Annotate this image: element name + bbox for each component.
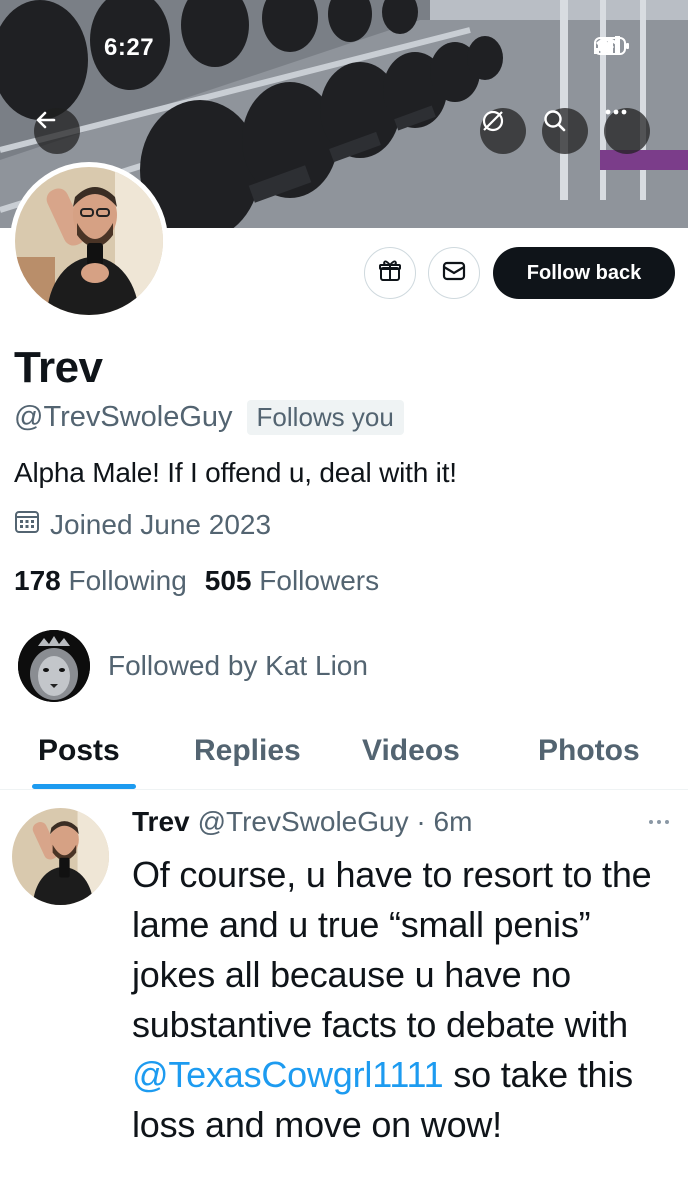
follower-avatar xyxy=(18,630,90,702)
joined-date: Joined June 2023 xyxy=(50,508,272,540)
profile-handle: @TrevSwoleGuy xyxy=(14,401,233,433)
follow-back-button[interactable]: Follow back xyxy=(493,247,675,299)
following-count: 178 xyxy=(14,565,61,596)
followed-by-row[interactable]: Followed by Kat Lion xyxy=(18,630,368,702)
post-author-name[interactable]: Trev xyxy=(132,806,190,838)
post-text-main: Of course, u have to resort to the lame … xyxy=(132,854,652,1045)
message-icon xyxy=(441,260,467,287)
back-button[interactable] xyxy=(34,108,80,154)
tab-replies[interactable]: Replies xyxy=(194,734,301,768)
follows-you-badge: Follows you xyxy=(246,400,404,435)
post-handle-time: @TrevSwoleGuy · 6m xyxy=(197,806,473,837)
followers-count: 505 xyxy=(204,565,252,596)
joined-date-row: Joined June 2023 xyxy=(14,508,271,541)
post-header: Trev @TrevSwoleGuy · 6m xyxy=(132,806,472,838)
post-more-icon[interactable] xyxy=(648,812,670,830)
calendar-icon xyxy=(14,508,40,541)
active-tab-indicator xyxy=(32,784,136,789)
following-link[interactable]: 178 Following xyxy=(14,565,187,597)
tab-posts[interactable]: Posts xyxy=(38,734,120,768)
tab-photos[interactable]: Photos xyxy=(538,734,640,768)
followed-by-text: Followed by Kat Lion xyxy=(108,650,368,681)
post-avatar[interactable] xyxy=(12,808,109,905)
grok-button[interactable] xyxy=(480,108,526,154)
tab-videos[interactable]: Videos xyxy=(362,734,460,768)
search-button[interactable] xyxy=(542,108,588,154)
avatar-photo xyxy=(15,167,163,315)
post-text: Of course, u have to resort to the lame … xyxy=(132,850,672,1150)
gift-icon xyxy=(377,258,403,289)
display-name: Trev xyxy=(14,343,103,392)
followers-label: Followers xyxy=(259,565,380,596)
profile-bio: Alpha Male! If I offend u, deal with it! xyxy=(14,457,457,488)
status-time: 6:27 xyxy=(104,34,155,61)
follow-counts: 178 Following 505 Followers xyxy=(14,565,379,597)
handle-row: @TrevSwoleGuy Follows you xyxy=(14,400,404,435)
message-button[interactable] xyxy=(428,247,480,299)
profile-tabs: Posts Replies Videos Photos xyxy=(0,718,688,790)
followers-link[interactable]: 505 Followers xyxy=(205,565,379,597)
profile-avatar[interactable] xyxy=(10,162,168,320)
following-label: Following xyxy=(68,565,187,596)
gift-button[interactable] xyxy=(364,247,416,299)
more-button[interactable] xyxy=(604,108,650,154)
post-mention-link[interactable]: @TexasCowgrl1111 xyxy=(132,1054,444,1095)
